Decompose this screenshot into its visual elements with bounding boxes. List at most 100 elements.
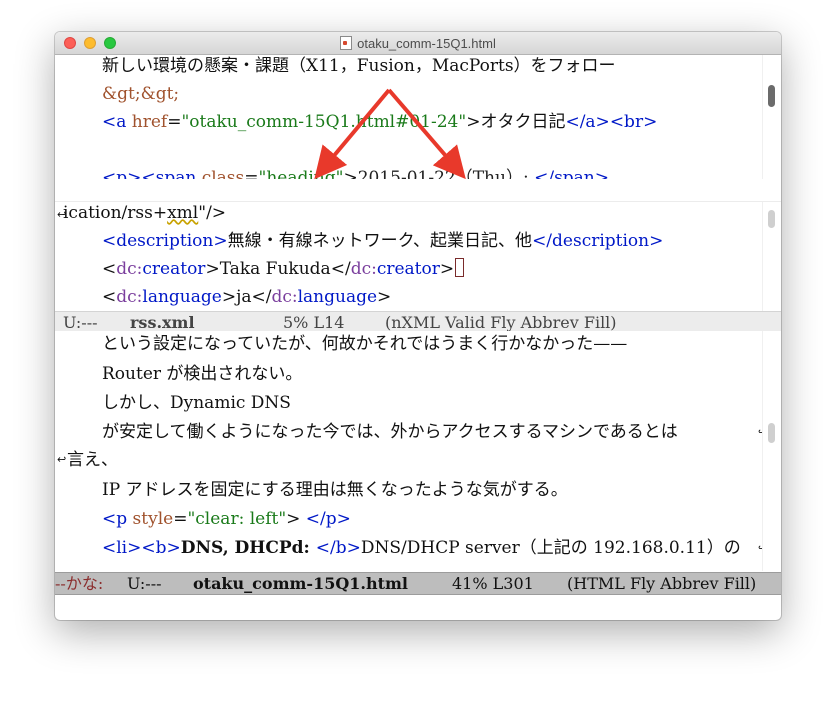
scrollbar-rss-pane[interactable] (762, 202, 781, 311)
angle-bracket: > (439, 259, 455, 279)
entity-text: &gt;&gt; (102, 84, 180, 104)
text-line: <p><span class="heading">2015-01-22（Thu）… (55, 165, 763, 179)
attribute-value: "heading" (258, 168, 344, 179)
modeline-modes: (nXML Valid Fly Abbrev Fill) (385, 313, 617, 332)
angle-bracket: > (377, 287, 392, 307)
attribute-value: "clear: left" (187, 509, 287, 529)
angle-bracket: < (102, 259, 117, 279)
angle-bracket: > (466, 112, 481, 132)
line-text: が安定して働くようになった今では、外からアクセスするマシンであるとは (102, 422, 678, 442)
equals-sign: = (244, 168, 259, 179)
text-line: という設定になっていたが、何故かそれではうまく行かなかった—— (55, 331, 763, 358)
window-title: otaku_comm-15Q1.html (357, 35, 496, 51)
emacs-window: otaku_comm-15Q1.html 新しい環境の懸案・課題（X11，Fus… (55, 32, 781, 620)
text-line: <li><b>DNS, DHCPd: </b>DNS/DHCP server（上… (55, 535, 763, 562)
scrollbar-bottom-pane[interactable] (762, 331, 781, 571)
equals-sign: = (173, 509, 188, 529)
line-text: 言え、 (67, 450, 118, 470)
modeline-status: U:--- (63, 313, 98, 332)
modeline-main[interactable]: --かな: U:--- otaku_comm-15Q1.html 41% L30… (55, 572, 781, 595)
spellcheck-word: xml (167, 203, 199, 223)
html-tag: <p> (102, 168, 142, 179)
angle-bracket: > (205, 259, 220, 279)
html-attribute: href (131, 112, 168, 132)
wrap-continuation-icon: ↩ (57, 208, 67, 221)
html-tag: <b> (141, 538, 181, 558)
text-line: Router が検出されない。 (55, 361, 763, 388)
html-tag: </a> (565, 112, 610, 132)
element-text: ja (236, 287, 252, 307)
angle-bracket: > (343, 168, 358, 179)
element-text: 無線・有線ネットワーク、起業日記、他 (227, 231, 533, 251)
line-text: しかし、Dynamic DNS (102, 393, 291, 413)
modeline-position: 5% L14 (283, 313, 345, 332)
html-tag: <br> (609, 112, 658, 132)
attribute-value: "otaku_comm-15Q1.html#01-24" (181, 112, 467, 132)
html-tag: </b> (315, 538, 361, 558)
angle-bracket: > (221, 287, 237, 307)
xml-namespace: dc: (116, 259, 143, 279)
text-line: が安定して働くようになった今では、外からアクセスするマシンであるとは (55, 419, 763, 446)
modeline-buffer-name: otaku_comm-15Q1.html (193, 574, 408, 593)
text-line: <a href="otaku_comm-15Q1.html#01-24">オタク… (55, 109, 763, 136)
scrollbar-thumb[interactable] (768, 85, 775, 107)
text-line: <dc:creator>Taka Fukuda</dc:creator> (55, 256, 763, 283)
text-line: 言え、 (55, 447, 763, 474)
xml-tag-name: language (142, 287, 222, 307)
angle-bracket: > (286, 509, 301, 529)
title-bar[interactable]: otaku_comm-15Q1.html (55, 32, 781, 55)
line-text: という設定になっていたが、何故かそれではうまく行かなかった—— (102, 334, 628, 354)
bold-text: DNS, DHCPd: (180, 538, 316, 558)
html-attribute: style (132, 509, 174, 529)
window-title-area: otaku_comm-15Q1.html (55, 32, 781, 54)
html-tag: <a (102, 112, 127, 132)
html-tag: <li> (102, 538, 142, 558)
scrollbar-top-pane[interactable] (762, 55, 781, 179)
text-line: <p style="clear: left"> </p> (55, 506, 763, 533)
scrollbar-thumb[interactable] (768, 423, 775, 443)
xml-tag: <description> (102, 231, 228, 251)
text-line: &gt;&gt; (55, 81, 763, 108)
html-tag: </span> (534, 168, 609, 179)
text-cursor (455, 258, 465, 277)
modeline-status: U:--- (127, 574, 162, 593)
html-tag: <p (102, 509, 128, 529)
angle-bracket: </ (251, 287, 272, 307)
heading-text: 2015-01-22（Thu）: (357, 168, 535, 179)
html-document-icon (340, 36, 353, 50)
xml-tag-name: language (297, 287, 378, 307)
xml-tag: </description> (532, 231, 664, 251)
line-text: IP アドレスを固定にする理由は無くなったような気がする。 (102, 480, 568, 500)
line-text: Router が検出されない。 (102, 364, 303, 384)
line-text: "/> (198, 203, 227, 223)
element-text: Taka Fukuda (219, 259, 331, 279)
line-text: ication/rss+ (63, 203, 168, 223)
equals-sign: = (167, 112, 182, 132)
editor-pane-top[interactable]: 新しい環境の懸案・課題（X11，Fusion，MacPorts）をフォロー &g… (55, 55, 781, 179)
modeline-position: 41% L301 (452, 574, 534, 593)
text-line: <description>無線・有線ネットワーク、起業日記、他</descrip… (55, 228, 763, 255)
xml-tag-name: creator (142, 259, 206, 279)
text-line: <dc:language>ja</dc:language> (55, 284, 763, 311)
link-text: オタク日記 (480, 112, 566, 132)
modeline-input-method: --かな: (55, 574, 104, 593)
line-text: 新しい環境の懸案・課題（X11，Fusion，MacPorts）をフォロー (102, 56, 616, 76)
text-line: IP アドレスを固定にする理由は無くなったような気がする。 (55, 477, 763, 504)
modeline-buffer-name: rss.xml (130, 313, 195, 332)
html-attribute: class (201, 168, 245, 179)
text-line: 新しい環境の懸案・課題（X11，Fusion，MacPorts）をフォロー (55, 55, 763, 80)
angle-bracket: </ (330, 259, 351, 279)
xml-namespace: dc: (116, 287, 143, 307)
angle-bracket: < (102, 287, 117, 307)
xml-namespace: dc: (271, 287, 298, 307)
text-line: しかし、Dynamic DNS (55, 390, 763, 417)
html-tag: </p> (305, 509, 351, 529)
text-line: ication/rss+xml"/> (55, 202, 763, 227)
editor-pane-rss[interactable]: ication/rss+xml"/> ↩ <description>無線・有線ネ… (55, 201, 781, 311)
editor-pane-bottom[interactable]: という設定になっていたが、何故かそれではうまく行かなかった—— Router が… (55, 331, 781, 571)
html-tag: <span (141, 168, 197, 179)
scrollbar-thumb[interactable] (768, 210, 775, 228)
xml-tag-name: creator (376, 259, 440, 279)
line-text: DNS/DHCP server（上記の 192.168.0.11）の (360, 538, 741, 558)
xml-namespace: dc: (350, 259, 377, 279)
